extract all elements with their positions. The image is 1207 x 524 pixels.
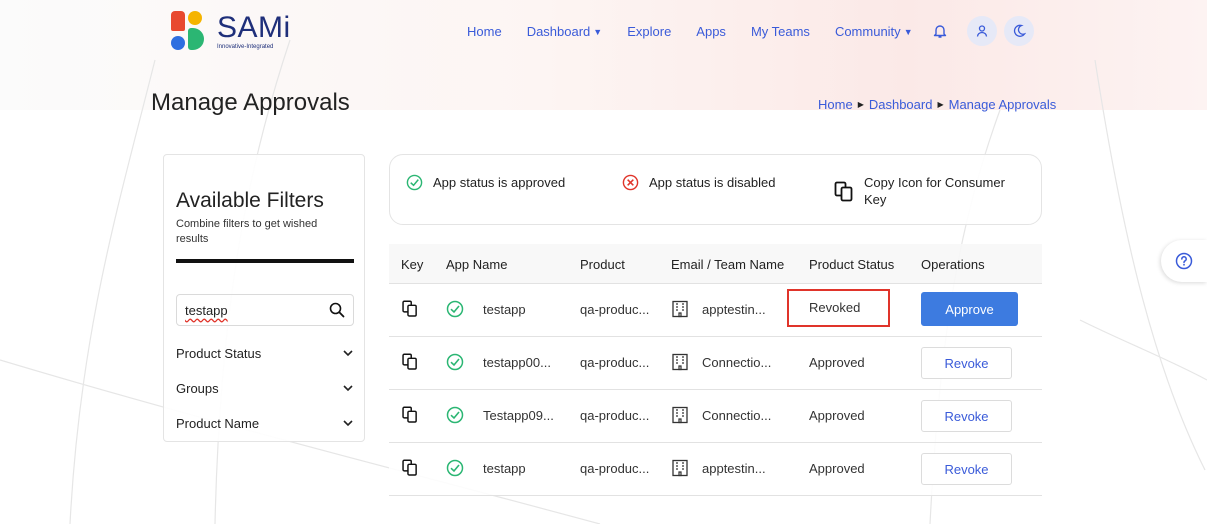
chevron-down-icon: ▼	[903, 27, 913, 37]
col-key: Key	[401, 257, 424, 272]
filters-panel: Available Filters Combine filters to get…	[163, 154, 365, 442]
col-operations: Operations	[921, 257, 985, 272]
product-name: qa-produc...	[580, 408, 650, 423]
x-circle-icon	[622, 174, 639, 191]
col-email-team: Email / Team Name	[671, 257, 785, 272]
filters-divider	[176, 259, 354, 263]
search-icon[interactable]	[329, 302, 345, 318]
chevron-down-icon	[343, 350, 353, 357]
filter-group-label: Product Status	[176, 345, 262, 361]
chevron-down-icon: ▼	[593, 27, 603, 37]
product-status: Approved	[809, 408, 865, 423]
table-header: Key App Name Product Email / Team Name P…	[389, 244, 1042, 284]
copy-icon[interactable]	[401, 406, 419, 424]
col-app-name: App Name	[446, 257, 508, 272]
bell-icon[interactable]	[925, 16, 955, 46]
approve-button[interactable]: Approve	[921, 292, 1018, 326]
building-icon	[672, 353, 688, 371]
filter-group-label: Groups	[176, 380, 219, 396]
table-row: testapp00... qa-produc... Connectio... A…	[389, 337, 1042, 390]
approvals-table: Key App Name Product Email / Team Name P…	[389, 244, 1042, 496]
nav-explore[interactable]: Explore	[627, 24, 671, 39]
main-nav: Home Dashboard ▼ Explore Apps My Teams Co…	[467, 24, 938, 39]
copy-icon[interactable]	[401, 300, 419, 318]
brand-logo[interactable]: SAMi Innovative-Integrated	[168, 10, 291, 54]
page-title: Manage Approvals	[151, 89, 350, 116]
nav-my-teams[interactable]: My Teams	[751, 24, 810, 39]
logo-icon	[168, 10, 212, 54]
revoke-button[interactable]: Revoke	[921, 400, 1012, 432]
brand-tagline: Innovative-Integrated	[217, 44, 274, 50]
check-circle-icon	[446, 300, 464, 318]
filter-groups[interactable]: Groups	[176, 377, 354, 399]
brand-name: SAMi	[217, 11, 291, 44]
copy-icon[interactable]	[401, 459, 419, 477]
legend-copy: Copy Icon for Consumer Key	[834, 174, 1005, 208]
col-product-status: Product Status	[809, 257, 895, 272]
filter-product-name[interactable]: Product Name	[176, 412, 354, 434]
product-status: Approved	[809, 355, 865, 370]
product-status: Revoked	[809, 300, 861, 315]
app-name[interactable]: testapp00...	[483, 355, 551, 370]
nav-dashboard[interactable]: Dashboard ▼	[527, 24, 603, 39]
breadcrumb-home[interactable]: Home	[818, 97, 853, 112]
status-legend: App status is approved App status is dis…	[389, 154, 1042, 225]
legend-approved: App status is approved	[406, 174, 565, 191]
filters-subtitle: Combine filters to get wished results	[176, 218, 318, 245]
building-icon	[672, 459, 688, 477]
filters-title: Available Filters	[176, 189, 324, 212]
filter-group-label: Product Name	[176, 415, 260, 431]
revoke-button[interactable]: Revoke	[921, 347, 1012, 379]
table-row: testapp qa-produc... apptestin... Approv…	[389, 443, 1042, 496]
check-circle-icon	[446, 406, 464, 424]
col-product: Product	[580, 257, 625, 272]
nav-community[interactable]: Community ▼	[835, 24, 913, 39]
legend-disabled: App status is disabled	[622, 174, 775, 191]
filter-search-input[interactable]: testapp	[176, 294, 354, 326]
check-circle-icon	[446, 353, 464, 371]
filter-product-status[interactable]: Product Status	[176, 342, 354, 364]
team-name: apptestin...	[702, 461, 766, 476]
breadcrumb: Home ▶ Dashboard ▶ Manage Approvals	[818, 97, 1056, 112]
breadcrumb-dashboard[interactable]: Dashboard	[869, 97, 933, 112]
team-name: Connectio...	[702, 408, 772, 423]
copy-icon[interactable]	[401, 353, 419, 371]
team-name: apptestin...	[702, 302, 766, 317]
chevron-down-icon	[343, 420, 353, 427]
nav-home[interactable]: Home	[467, 24, 502, 39]
app-name[interactable]: testapp	[483, 302, 526, 317]
product-name: qa-produc...	[580, 461, 650, 476]
table-row: Testapp09... qa-produc... Connectio... A…	[389, 390, 1042, 443]
product-name: qa-produc...	[580, 302, 650, 317]
help-button[interactable]	[1161, 240, 1207, 282]
app-name[interactable]: Testapp09...	[483, 408, 554, 423]
building-icon	[672, 406, 688, 424]
user-icon[interactable]	[967, 16, 997, 46]
help-icon	[1175, 252, 1193, 270]
caret-right-icon: ▶	[857, 100, 864, 109]
moon-icon[interactable]	[1004, 16, 1034, 46]
breadcrumb-current: Manage Approvals	[948, 97, 1057, 112]
copy-icon	[834, 181, 853, 202]
nav-apps[interactable]: Apps	[696, 24, 726, 39]
filter-search-value[interactable]: testapp	[185, 303, 329, 318]
chevron-down-icon	[343, 385, 353, 392]
product-status: Approved	[809, 461, 865, 476]
app-name[interactable]: testapp	[483, 461, 526, 476]
revoke-button[interactable]: Revoke	[921, 453, 1012, 485]
team-name: Connectio...	[702, 355, 772, 370]
caret-right-icon: ▶	[937, 100, 944, 109]
check-circle-icon	[406, 174, 423, 191]
building-icon	[672, 300, 688, 318]
table-row: testapp qa-produc... apptestin... Revoke…	[389, 284, 1042, 337]
product-name: qa-produc...	[580, 355, 650, 370]
check-circle-icon	[446, 459, 464, 477]
